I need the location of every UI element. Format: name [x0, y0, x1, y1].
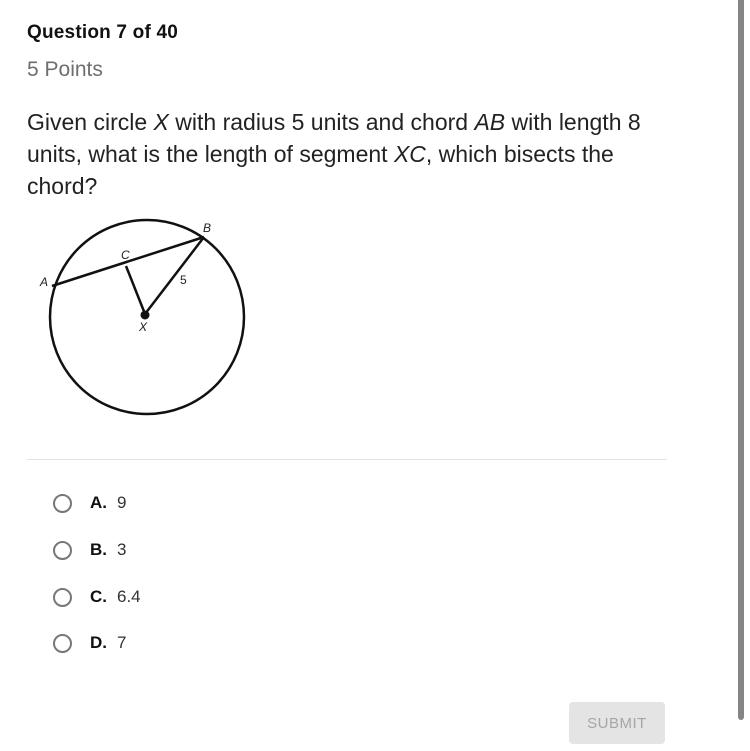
choice-letter: B.	[90, 540, 107, 559]
choice-value: 9	[117, 493, 127, 512]
choice-letter: D.	[90, 633, 107, 652]
radio-button[interactable]	[53, 633, 72, 653]
choice-b[interactable]: B. 3	[53, 537, 126, 563]
choice-value: 3	[117, 540, 127, 559]
choice-d[interactable]: D. 7	[53, 630, 126, 656]
label-a: A	[39, 275, 48, 289]
segment-xb	[144, 236, 205, 315]
choice-a[interactable]: A. 9	[53, 490, 126, 516]
question-points: 5 Points	[27, 58, 103, 81]
choice-value: 6.4	[117, 587, 141, 606]
question-text-part: with radius 5 units and chord	[168, 109, 475, 135]
submit-button[interactable]: SUBMIT	[569, 702, 665, 744]
question-text-part: AB	[474, 109, 506, 135]
scrollbar[interactable]	[738, 0, 744, 720]
choice-c[interactable]: C. 6.4	[53, 584, 141, 610]
label-c: C	[121, 248, 130, 262]
segment-xc	[124, 265, 147, 315]
circle-diagram: A B C X 5	[39, 218, 246, 416]
radio-button[interactable]	[53, 493, 72, 513]
question-text-part: X	[153, 109, 169, 135]
label-b: B	[203, 221, 211, 235]
choice-value: 7	[117, 633, 127, 652]
radio-button[interactable]	[53, 587, 72, 607]
radio-button[interactable]	[53, 540, 72, 560]
choice-letter: C.	[90, 587, 107, 606]
divider	[27, 459, 667, 460]
label-radius: 5	[180, 273, 187, 287]
question-counter: Question 7 of 40	[27, 22, 179, 43]
question-text: Given circle X with radius 5 units and c…	[27, 106, 667, 202]
question-text-part: Given circle	[27, 109, 154, 135]
center-point-x	[140, 310, 150, 320]
choice-letter: A.	[90, 493, 107, 512]
label-x: X	[138, 320, 148, 334]
question-text-part: XC	[393, 141, 426, 167]
